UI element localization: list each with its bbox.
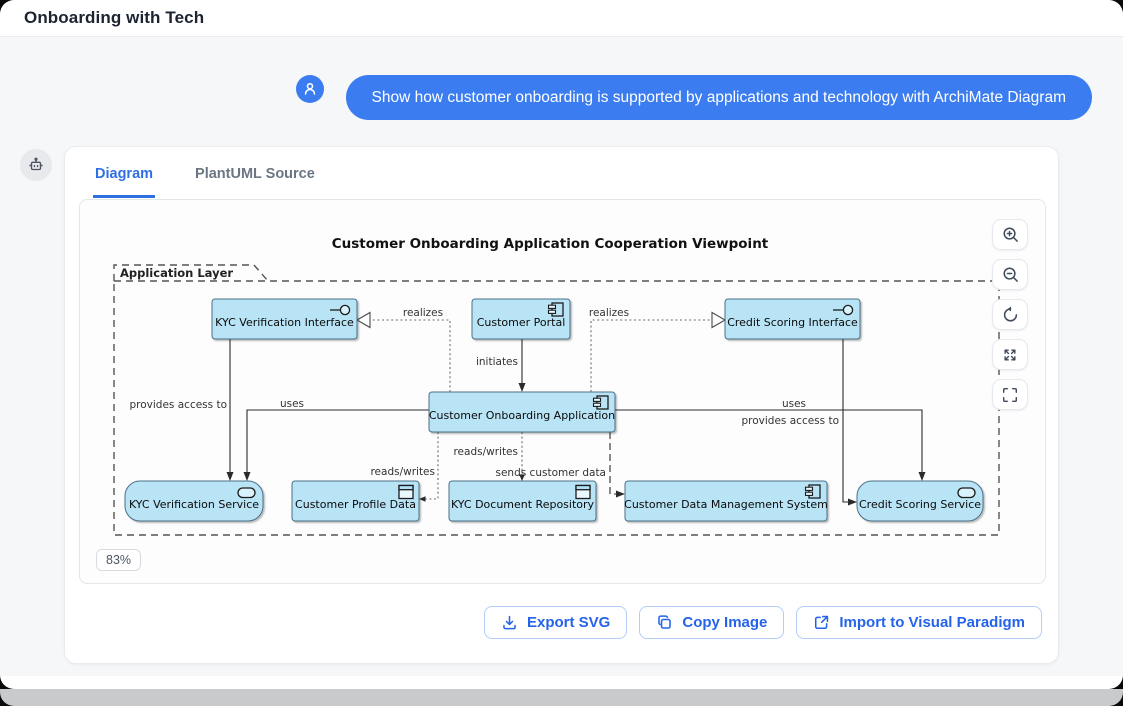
bot-avatar (20, 149, 52, 181)
diagram-viewport[interactable]: Customer Onboarding Application Cooperat… (79, 199, 1046, 584)
robot-icon (27, 156, 45, 174)
node-label: Customer Onboarding Application (429, 409, 615, 422)
data-object-icon (399, 486, 413, 499)
node-label: KYC Document Repository (451, 498, 595, 511)
node-label: KYC Verification Interface (215, 316, 354, 329)
edge-label: reads/writes (370, 466, 435, 478)
desktop-backdrop (0, 689, 1123, 706)
user-message-bubble: Show how customer onboarding is supporte… (346, 75, 1092, 120)
zoom-in-icon (1001, 225, 1020, 244)
node-credit_svc: Credit Scoring Service (857, 481, 983, 521)
node-cdms: Customer Data Management System (624, 481, 828, 521)
node-label: Credit Scoring Service (859, 498, 981, 511)
edge-label: sends customer data (496, 467, 607, 479)
zoom-out-button[interactable] (992, 259, 1028, 290)
application-service-icon (958, 488, 975, 498)
expand-button[interactable] (992, 339, 1028, 370)
edge-label: realizes (589, 307, 629, 319)
zoom-toolbar (992, 219, 1028, 410)
edge-label: provides access to (130, 399, 228, 411)
data-object-icon (576, 486, 590, 499)
edge-portal-app: initiates (476, 339, 526, 392)
expand-icon (1001, 346, 1019, 364)
edge-label: uses (280, 398, 304, 410)
reset-view-icon (1001, 305, 1020, 324)
person-icon (302, 81, 318, 97)
tab-diagram[interactable]: Diagram (93, 166, 155, 198)
node-label: Customer Data Management System (624, 498, 828, 511)
screen: Onboarding with Tech Show how customer o… (0, 0, 1123, 706)
node-credit_iface: Credit Scoring Interface (725, 299, 860, 339)
user-message-row: Show how customer onboarding is supporte… (296, 75, 1092, 120)
edge-app-credit_svc: uses (615, 398, 926, 481)
chat-area: Show how customer onboarding is supporte… (0, 37, 1123, 676)
node-repo: KYC Document Repository (449, 481, 596, 521)
zoom-level-badge: 83% (96, 549, 141, 571)
action-label: Export SVG (527, 614, 610, 631)
app-header: Onboarding with Tech (0, 0, 1123, 37)
edge-label: initiates (476, 356, 518, 368)
copy-image-button[interactable]: Copy Image (639, 606, 784, 639)
zoom-in-button[interactable] (992, 219, 1028, 250)
edge-label: uses (782, 398, 806, 410)
node-portal: Customer Portal (472, 299, 570, 339)
zoom-out-icon (1001, 265, 1020, 284)
diagram-canvas: Customer Onboarding Application Cooperat… (106, 227, 1002, 559)
application-service-icon (238, 488, 255, 498)
fullscreen-button[interactable] (992, 379, 1028, 410)
result-card: Diagram PlantUML Source Customer Onboardi… (64, 146, 1059, 664)
tab-plantuml-source[interactable]: PlantUML Source (193, 166, 317, 198)
user-avatar (296, 75, 324, 103)
node-profile: Customer Profile Data (292, 481, 419, 521)
edge-app-kyc_iface: realizes (357, 307, 450, 392)
fullscreen-icon (1001, 386, 1019, 404)
tab-bar: Diagram PlantUML Source (65, 147, 1058, 198)
import-to-visual-paradigm-button[interactable]: Import to Visual Paradigm (796, 606, 1042, 639)
edge-label: reads/writes (453, 446, 518, 458)
node-kyc_iface: KYC Verification Interface (212, 299, 357, 339)
external-link-icon (813, 614, 830, 631)
node-label: KYC Verification Service (129, 498, 259, 511)
action-label: Import to Visual Paradigm (839, 614, 1025, 631)
edge-label: provides access to (742, 415, 840, 427)
export-svg-button[interactable]: Export SVG (484, 606, 627, 639)
action-label: Copy Image (682, 614, 767, 631)
edge-app-credit_iface: realizes (589, 307, 725, 392)
reset-view-button[interactable] (992, 299, 1028, 330)
footer-actions: Export SVG Copy Image Import to Visual Par… (484, 606, 1042, 639)
app-window: Onboarding with Tech Show how customer o… (0, 0, 1123, 689)
group-label: Application Layer (120, 266, 233, 280)
node-kyc_svc: KYC Verification Service (125, 481, 263, 521)
node-label: Credit Scoring Interface (727, 316, 858, 329)
download-icon (501, 614, 518, 631)
node-label: Customer Portal (477, 316, 566, 329)
node-app: Customer Onboarding Application (429, 392, 615, 432)
node-label: Customer Profile Data (295, 498, 416, 511)
copy-icon (656, 614, 673, 631)
diagram-title: Customer Onboarding Application Cooperat… (332, 236, 769, 252)
edge-label: realizes (403, 307, 443, 319)
edge-kyc_iface-kyc_svc: provides access to (130, 339, 234, 481)
page-title: Onboarding with Tech (24, 8, 204, 28)
